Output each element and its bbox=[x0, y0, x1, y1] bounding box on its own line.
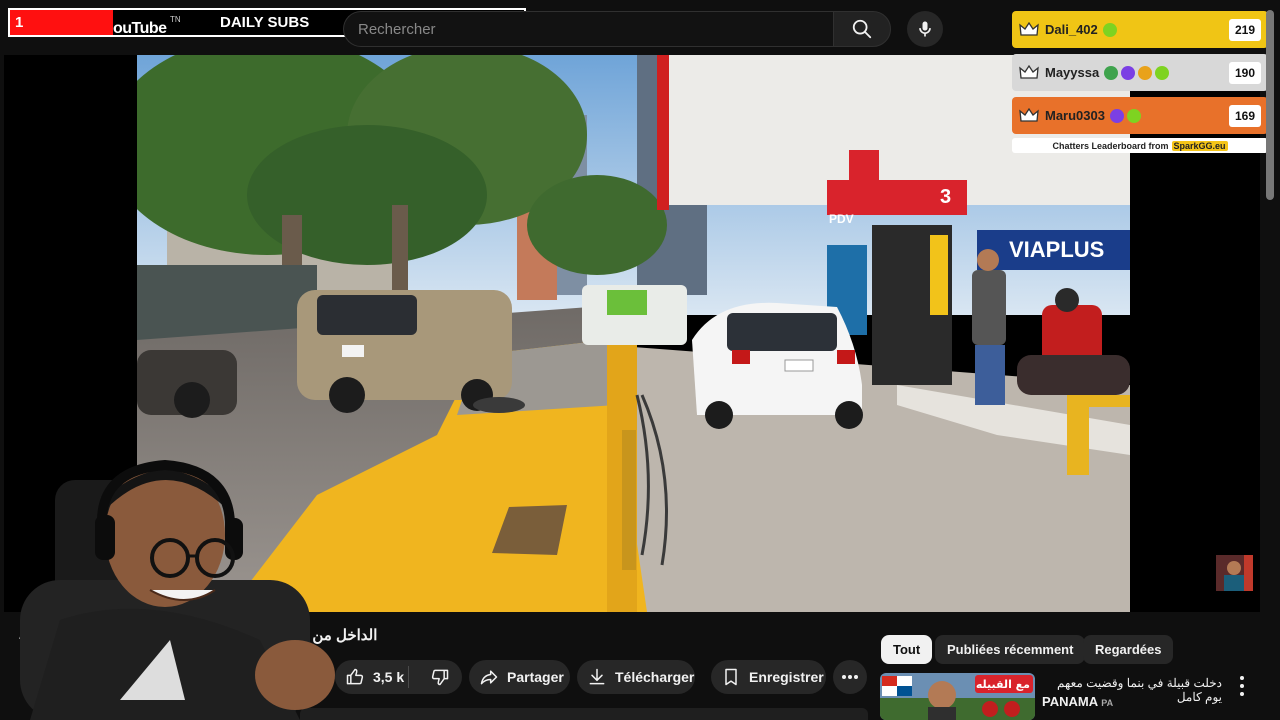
pump-number: 3 bbox=[940, 186, 951, 208]
like-count: 3,5 k bbox=[373, 669, 405, 685]
more-horizontal-icon bbox=[842, 675, 858, 679]
station-sign: VIAPLUS bbox=[1009, 237, 1104, 262]
search-input[interactable] bbox=[358, 12, 818, 46]
thumbnail-text: مع القبيله bbox=[976, 678, 1030, 691]
voice-search-button[interactable] bbox=[907, 11, 943, 47]
more-actions-button[interactable] bbox=[833, 660, 867, 694]
overlay-title: DAILY SUBS bbox=[220, 14, 310, 31]
chatters-leaderboard: Dali_402 219 Mayyssa 190 Maru0303 169 Ch… bbox=[1012, 11, 1268, 153]
sparkgg-brand: SparkGG.eu bbox=[1171, 140, 1228, 151]
description-box-edge[interactable] bbox=[300, 708, 868, 720]
chip-recent[interactable]: Publiées récemment bbox=[935, 635, 1086, 664]
chip-all[interactable]: Tout bbox=[881, 635, 933, 664]
badge-icon bbox=[1104, 65, 1119, 80]
share-icon bbox=[480, 670, 498, 685]
leaderboard-row: Maru0303 169 bbox=[1012, 97, 1268, 134]
channel-watermark[interactable] bbox=[1216, 555, 1253, 591]
thumbs-down-icon bbox=[432, 669, 449, 686]
download-button[interactable]: Télécharger bbox=[577, 660, 695, 694]
recommended-menu-button[interactable] bbox=[1234, 676, 1250, 696]
badge-icon bbox=[1102, 22, 1117, 37]
badge-icon bbox=[1109, 108, 1124, 123]
streamer-webcam bbox=[0, 440, 345, 720]
logo-region-code: TN bbox=[170, 15, 181, 24]
badge-icon bbox=[1155, 65, 1170, 80]
leaderboard-score: 190 bbox=[1229, 62, 1261, 84]
leaderboard-score: 219 bbox=[1229, 19, 1261, 41]
chip-watched[interactable]: Regardées bbox=[1083, 635, 1174, 664]
leaderboard-score: 169 bbox=[1229, 105, 1261, 127]
recommended-channel-suffix: PA bbox=[1101, 698, 1114, 708]
leaderboard-row: Mayyssa 190 bbox=[1012, 54, 1268, 91]
leaderboard-name: Maru0303 bbox=[1045, 108, 1105, 123]
save-label: Enregistrer bbox=[749, 669, 824, 685]
microphone-icon bbox=[919, 21, 931, 37]
share-button[interactable]: Partager bbox=[469, 660, 570, 694]
leaderboard-footer-text: Chatters Leaderboard from bbox=[1052, 140, 1169, 151]
more-vertical-icon bbox=[1240, 676, 1244, 680]
search-button[interactable] bbox=[833, 11, 891, 47]
overlay-left-count: 1 bbox=[15, 14, 24, 31]
like-button[interactable] bbox=[345, 667, 365, 687]
recommended-channel-name: PANAMA bbox=[1042, 694, 1098, 709]
search-icon bbox=[852, 19, 872, 39]
leaderboard-footer: Chatters Leaderboard from SparkGG.eu bbox=[1012, 138, 1268, 153]
download-label: Télécharger bbox=[615, 669, 695, 685]
badge-icon bbox=[1126, 108, 1141, 123]
youtube-watch-page: 1 ouTube TN DAILY SUBS 5 bbox=[0, 0, 1280, 720]
overlay-red-bar bbox=[10, 10, 113, 35]
leaderboard-name: Mayyssa bbox=[1045, 65, 1100, 80]
leaderboard-row: Dali_402 219 bbox=[1012, 11, 1268, 48]
recommended-thumbnail[interactable]: مع القبيله bbox=[880, 673, 1035, 720]
crown-icon bbox=[1018, 105, 1040, 127]
badge-icon bbox=[1121, 65, 1136, 80]
badge-icon bbox=[1138, 65, 1153, 80]
crown-icon bbox=[1018, 19, 1040, 41]
dislike-button[interactable] bbox=[430, 667, 450, 687]
like-divider bbox=[408, 666, 409, 688]
bookmark-icon bbox=[725, 668, 737, 686]
search-box bbox=[343, 11, 833, 47]
save-button[interactable]: Enregistrer bbox=[711, 660, 826, 694]
download-icon bbox=[589, 668, 605, 685]
youtube-logo[interactable]: ouTube bbox=[113, 20, 167, 38]
page-scrollbar[interactable] bbox=[1266, 10, 1274, 200]
recommended-channel[interactable]: PANAMA PA bbox=[1042, 694, 1113, 709]
like-dislike-group: 3,5 k bbox=[335, 660, 462, 694]
leaderboard-name: Dali_402 bbox=[1045, 22, 1098, 37]
station-brand: PDV bbox=[829, 212, 854, 226]
crown-icon bbox=[1018, 62, 1040, 84]
thumbs-up-icon bbox=[346, 668, 364, 685]
share-label: Partager bbox=[507, 669, 564, 685]
